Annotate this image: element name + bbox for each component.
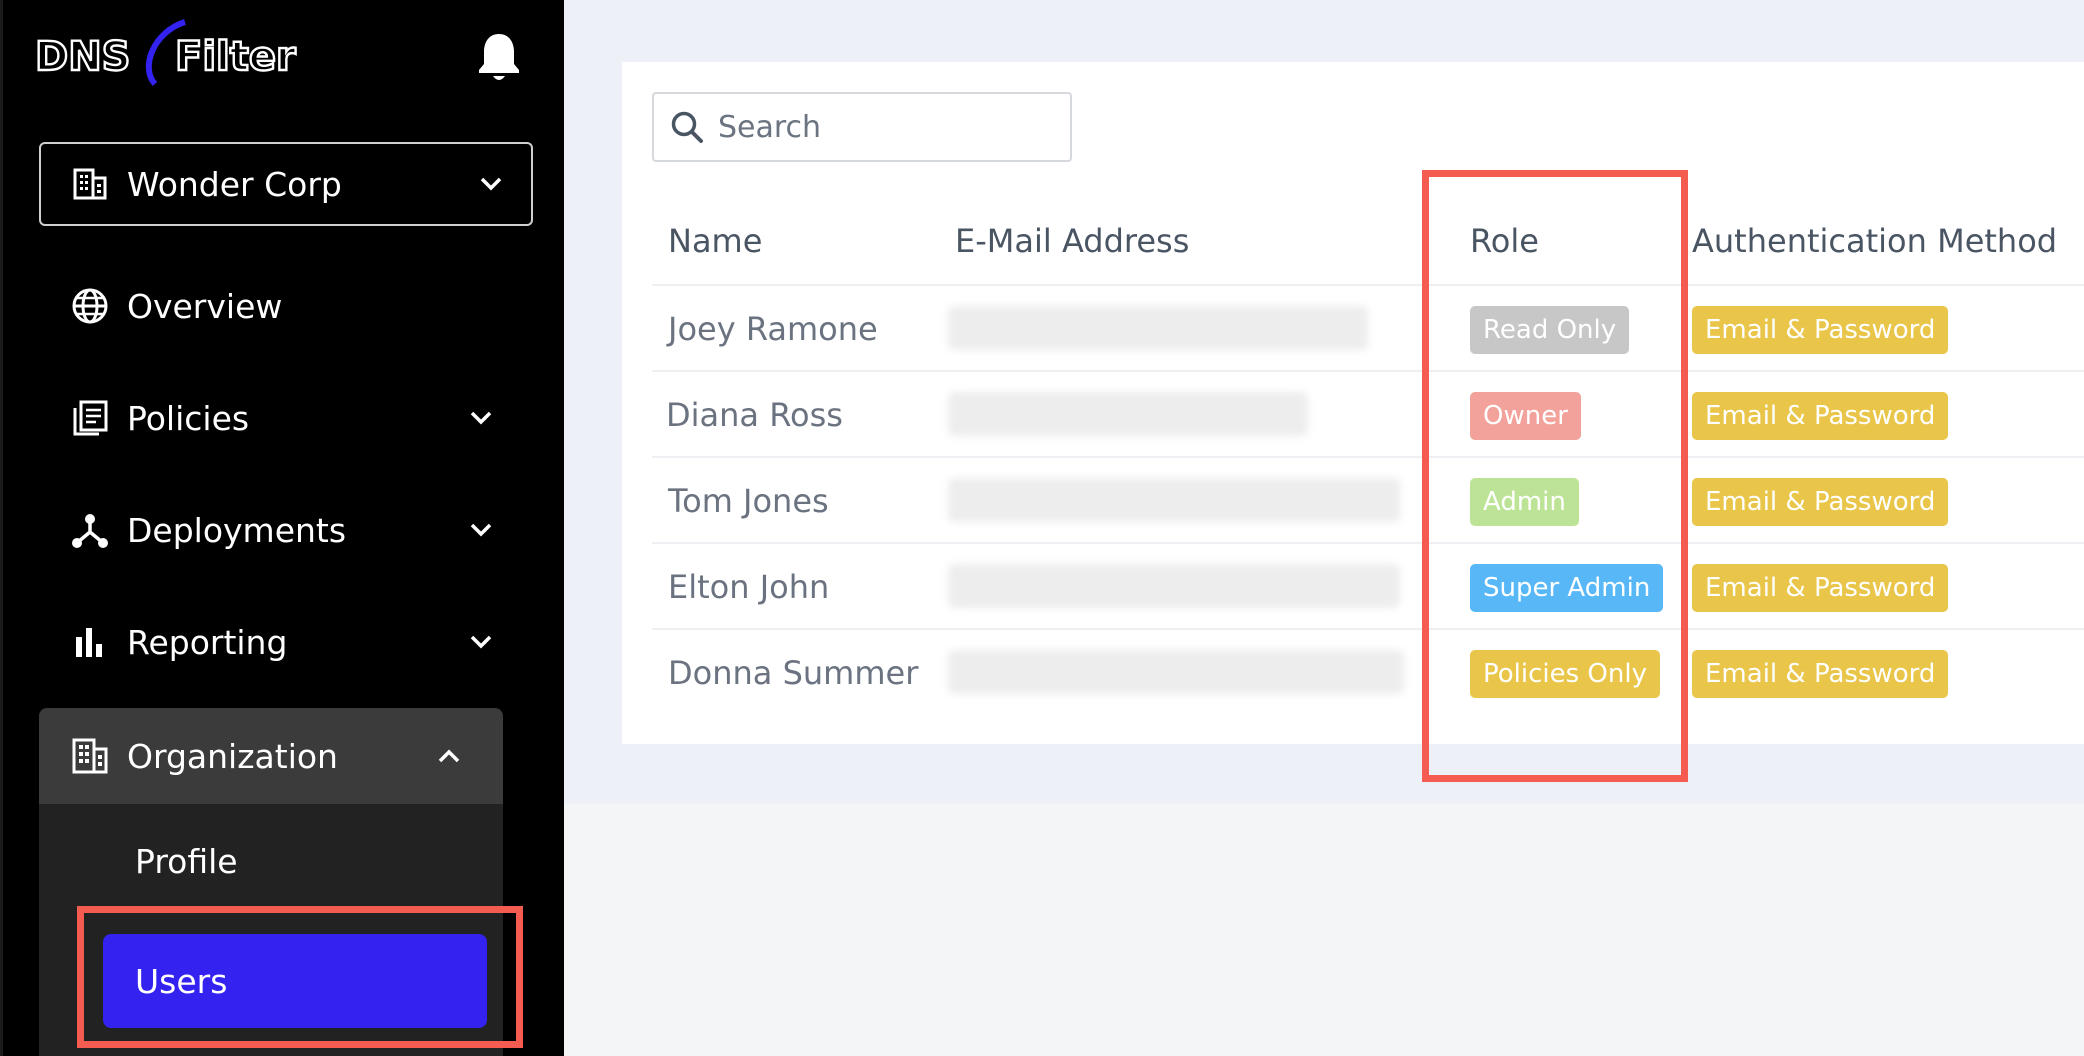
email-blurred — [948, 392, 1308, 436]
auth-badge: Email & Password — [1692, 478, 1949, 526]
search-input[interactable] — [716, 108, 1050, 146]
svg-text:Filter: Filter — [175, 34, 296, 80]
users-highlight-box — [77, 906, 523, 1048]
user-name: Elton John — [668, 568, 830, 606]
chevron-down-icon — [470, 635, 492, 649]
email-blurred — [948, 564, 1400, 608]
email-blurred — [948, 478, 1400, 522]
globe-icon — [72, 288, 108, 324]
table-divider — [652, 284, 2084, 286]
auth-badge: Email & Password — [1692, 564, 1949, 612]
column-header-email[interactable]: E-Mail Address — [955, 222, 1189, 260]
nav-deployments[interactable]: Deployments — [39, 482, 503, 578]
auth-badge: Email & Password — [1692, 650, 1949, 698]
bar-chart-icon — [76, 628, 102, 657]
table-divider — [652, 542, 2084, 544]
sidebar: DNS Filter Wonder Corp Overview Policies… — [0, 0, 564, 1056]
nav-label: Deployments — [127, 510, 347, 550]
nav-organization[interactable]: Organization — [39, 708, 503, 804]
search-box[interactable] — [652, 92, 1072, 162]
table-divider — [652, 370, 2084, 372]
dnsfilter-logo[interactable]: DNS Filter — [35, 18, 325, 90]
auth-badge: Email & Password — [1692, 392, 1949, 440]
nav-overview[interactable]: Overview — [39, 258, 503, 354]
nav-policies[interactable]: Policies — [39, 370, 503, 466]
nav-label: Policies — [127, 398, 250, 438]
auth-badge: Email & Password — [1692, 306, 1949, 354]
organization-selector-label: Wonder Corp — [127, 164, 342, 204]
building-icon — [72, 738, 108, 774]
table-divider — [652, 628, 2084, 630]
building-icon — [73, 168, 107, 200]
nav-label: Overview — [127, 286, 283, 326]
user-name: Joey Ramone — [668, 310, 878, 348]
user-name: Donna Summer — [668, 654, 919, 692]
email-blurred — [948, 650, 1404, 694]
nav-label: Reporting — [127, 622, 288, 662]
policies-icon — [73, 400, 108, 436]
user-name: Tom Jones — [668, 482, 829, 520]
email-blurred — [948, 306, 1368, 350]
role-column-highlight-box — [1422, 170, 1688, 782]
chevron-down-icon — [480, 177, 502, 191]
chevron-down-icon — [470, 411, 492, 425]
deployments-icon — [72, 514, 108, 548]
svg-text:DNS: DNS — [35, 34, 131, 80]
main-background-lower — [564, 804, 2084, 1056]
chevron-up-icon — [438, 749, 460, 763]
bell-icon[interactable] — [475, 30, 523, 84]
organization-selector[interactable]: Wonder Corp — [39, 142, 533, 226]
user-name: Diana Ross — [666, 396, 843, 434]
nav-reporting[interactable]: Reporting — [39, 594, 503, 690]
nav-label: Organization — [127, 736, 338, 776]
search-icon — [671, 111, 703, 143]
nav-profile[interactable]: Profile — [135, 842, 238, 881]
chevron-down-icon — [470, 523, 492, 537]
column-header-auth[interactable]: Authentication Method — [1692, 222, 2057, 260]
table-divider — [652, 456, 2084, 458]
column-header-name[interactable]: Name — [668, 222, 762, 260]
